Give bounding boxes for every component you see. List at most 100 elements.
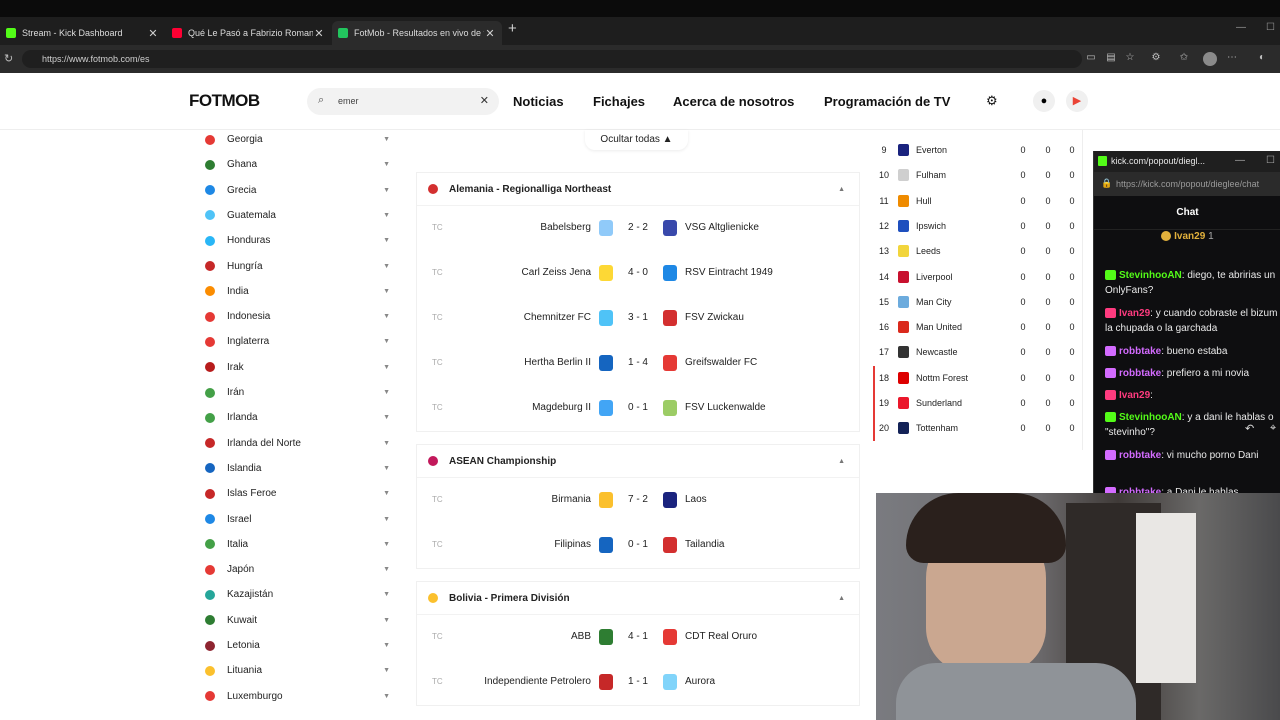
country-item[interactable]: Israel ▼: [188, 507, 403, 532]
match-row[interactable]: TC Magdeburg II 0 - 1 FSV Luckenwalde: [417, 386, 859, 431]
country-item[interactable]: Islandia ▼: [188, 456, 403, 481]
standings-row[interactable]: 15 Man City 0 0 0: [873, 290, 1083, 315]
chevron-down-icon[interactable]: ▼: [383, 263, 390, 270]
chevron-down-icon[interactable]: ▼: [383, 338, 390, 345]
country-item[interactable]: Irán ▼: [188, 380, 403, 405]
search-input[interactable]: emer: [338, 96, 359, 106]
country-item[interactable]: Japón ▼: [188, 557, 403, 582]
fotmob-logo[interactable]: FOTMOB: [189, 91, 260, 111]
country-item[interactable]: Irak ▼: [188, 355, 403, 380]
country-item[interactable]: Inglaterra ▼: [188, 329, 403, 354]
chevron-down-icon[interactable]: ▼: [383, 212, 390, 219]
chevron-down-icon[interactable]: ▼: [383, 187, 390, 194]
tab-fotmob[interactable]: FotMob - Resultados en vivo de fú ✕: [332, 21, 502, 45]
star-icon[interactable]: ☆: [1124, 52, 1136, 64]
country-item[interactable]: Luxemburgo ▼: [188, 684, 403, 709]
chevron-down-icon[interactable]: ▼: [383, 313, 390, 320]
country-item[interactable]: Irlanda del Norte ▼: [188, 431, 403, 456]
standings-row[interactable]: 14 Liverpool 0 0 0: [873, 265, 1083, 290]
hide-all-button[interactable]: Ocultar todas ▲: [585, 130, 688, 150]
settings-gear-icon[interactable]: ⚙: [986, 93, 998, 109]
chevron-down-icon[interactable]: ▼: [383, 440, 390, 447]
match-row[interactable]: TC Birmania 7 - 2 Laos: [417, 478, 859, 523]
extensions-icon[interactable]: ⚙: [1150, 52, 1162, 64]
chevron-down-icon[interactable]: ▼: [383, 389, 390, 396]
chevron-down-icon[interactable]: ▼: [383, 490, 390, 497]
standings-row[interactable]: 9 Everton 0 0 0: [873, 138, 1083, 163]
profile-avatar[interactable]: [1203, 52, 1217, 66]
more-menu-icon[interactable]: ⋯: [1226, 52, 1238, 64]
copilot-icon[interactable]: ◐: [1256, 52, 1268, 64]
standings-row[interactable]: 19 Sunderland 0 0 0: [873, 391, 1083, 416]
country-item[interactable]: Kuwait ▼: [188, 608, 403, 633]
chat-username[interactable]: StevinhooAN: [1119, 270, 1182, 281]
tab-kick-dashboard[interactable]: Stream - Kick Dashboard ✕: [0, 21, 165, 45]
match-row[interactable]: TC Filipinas 0 - 1 Tailandia: [417, 523, 859, 568]
collapse-icon[interactable]: ▲: [838, 595, 845, 602]
favorites-icon[interactable]: ✩: [1178, 52, 1190, 64]
standings-row[interactable]: 10 Fulham 0 0 0: [873, 163, 1083, 188]
country-item[interactable]: Irlanda ▼: [188, 405, 403, 430]
chevron-down-icon[interactable]: ▼: [383, 642, 390, 649]
read-mode-icon[interactable]: ▭: [1085, 52, 1097, 64]
country-item[interactable]: Indonesia ▼: [188, 304, 403, 329]
match-row[interactable]: TC ABB 4 - 1 CDT Real Oruro: [417, 615, 859, 660]
league-header[interactable]: Bolivia - Primera División ▲: [417, 582, 859, 615]
country-item[interactable]: Grecia ▼: [188, 178, 403, 203]
chat-username[interactable]: robbtake: [1119, 368, 1161, 379]
clear-search-icon[interactable]: ✕: [480, 94, 489, 107]
chevron-down-icon[interactable]: ▼: [383, 667, 390, 674]
standings-row[interactable]: 17 Newcastle 0 0 0: [873, 340, 1083, 365]
country-item[interactable]: Ghana ▼: [188, 152, 403, 177]
standings-row[interactable]: 16 Man United 0 0 0: [873, 315, 1083, 340]
chevron-down-icon[interactable]: ▼: [383, 516, 390, 523]
chevron-down-icon[interactable]: ▼: [383, 541, 390, 548]
chevron-down-icon[interactable]: ▼: [383, 693, 390, 700]
new-tab-button[interactable]: +: [508, 20, 517, 37]
chevron-down-icon[interactable]: ▼: [383, 161, 390, 168]
country-item[interactable]: Hungría ▼: [188, 254, 403, 279]
country-item[interactable]: Islas Feroe ▼: [188, 481, 403, 506]
url-field[interactable]: https://www.fotmob.com/es: [22, 50, 1082, 68]
chat-username[interactable]: robbtake: [1119, 346, 1161, 357]
country-item[interactable]: Honduras ▼: [188, 228, 403, 253]
nav-noticias[interactable]: Noticias: [513, 94, 564, 109]
nav-fichajes[interactable]: Fichajes: [593, 94, 645, 109]
chevron-down-icon[interactable]: ▼: [383, 465, 390, 472]
chevron-down-icon[interactable]: ▼: [383, 566, 390, 573]
league-header[interactable]: Alemania - Regionalliga Northeast ▲: [417, 173, 859, 206]
pin-icon[interactable]: ⌖: [1270, 422, 1276, 435]
google-play-icon[interactable]: ▶: [1066, 90, 1088, 112]
maximize-icon[interactable]: ☐: [1266, 22, 1275, 33]
minimize-icon[interactable]: —: [1236, 22, 1246, 33]
country-item[interactable]: Kazajistán ▼: [188, 582, 403, 607]
chevron-down-icon[interactable]: ▼: [383, 288, 390, 295]
country-item[interactable]: Georgia ▼: [188, 130, 403, 152]
tab-youtube-video[interactable]: Qué Le Pasó a Fabrizio Romano? ✕: [166, 21, 331, 45]
collapse-icon[interactable]: ▲: [838, 458, 845, 465]
chevron-down-icon[interactable]: ▼: [383, 364, 390, 371]
match-row[interactable]: TC Hertha Berlin II 1 - 4 Greifswalder FC: [417, 341, 859, 386]
chat-username[interactable]: Ivan29: [1119, 308, 1150, 319]
reply-icon[interactable]: ↶: [1245, 422, 1254, 435]
chevron-down-icon[interactable]: ▼: [383, 414, 390, 421]
search-box[interactable]: ⌕ emer ✕: [307, 88, 499, 115]
standings-row[interactable]: 20 Tottenham 0 0 0: [873, 416, 1083, 442]
nav-programacion-tv[interactable]: Programación de TV: [824, 94, 950, 109]
reload-icon[interactable]: ↻: [4, 52, 13, 65]
minimize-icon[interactable]: —: [1235, 155, 1245, 166]
country-item[interactable]: Guatemala ▼: [188, 203, 403, 228]
collapse-icon[interactable]: ▲: [838, 186, 845, 193]
match-row[interactable]: TC Independiente Petrolero 1 - 1 Aurora: [417, 660, 859, 705]
reader-icon[interactable]: ▤: [1105, 52, 1117, 64]
chat-username[interactable]: Ivan29: [1119, 390, 1150, 401]
country-item[interactable]: Lituania ▼: [188, 658, 403, 683]
maximize-icon[interactable]: ☐: [1266, 155, 1275, 166]
standings-row[interactable]: 13 Leeds 0 0 0: [873, 239, 1083, 264]
country-item[interactable]: India ▼: [188, 279, 403, 304]
country-item[interactable]: Italia ▼: [188, 532, 403, 557]
close-icon[interactable]: ✕: [313, 27, 325, 40]
standings-row[interactable]: 11 Hull 0 0 0: [873, 189, 1083, 214]
chevron-down-icon[interactable]: ▼: [383, 237, 390, 244]
close-icon[interactable]: ✕: [147, 27, 159, 40]
